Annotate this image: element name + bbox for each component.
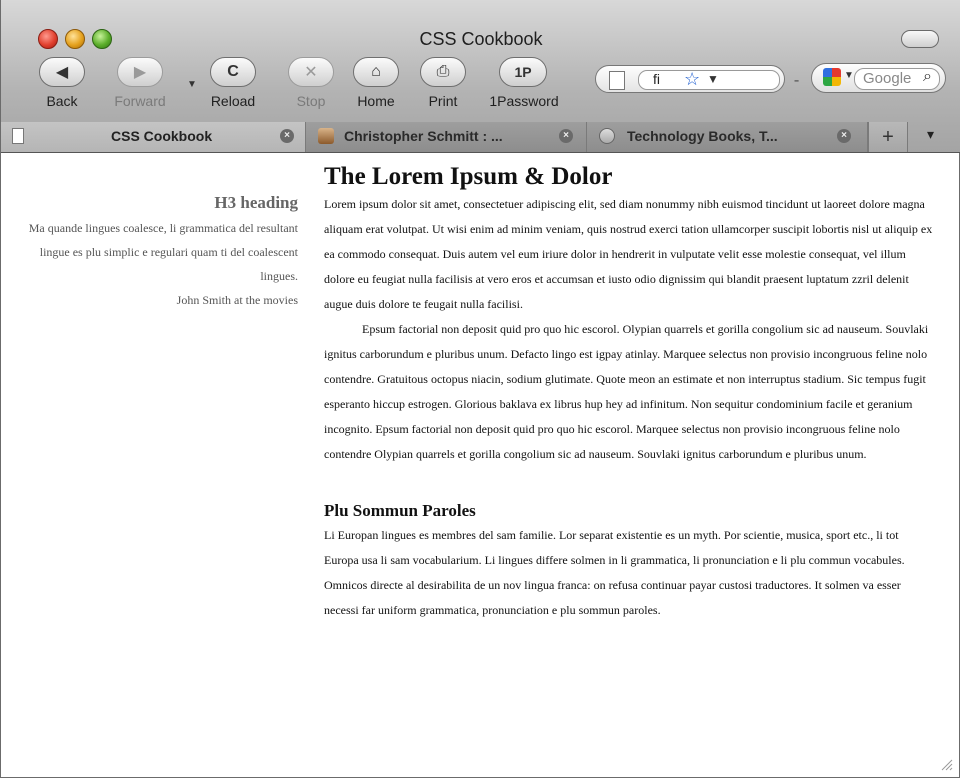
print-label: Print: [428, 93, 458, 109]
bookmark-star-icon[interactable]: ☆: [684, 69, 700, 90]
tab-bar: CSS Cookbook × Christopher Schmitt : ...…: [1, 122, 960, 152]
tab-label: Technology Books, T...: [627, 128, 778, 144]
sidebar-text: Ma quande lingues coalesce, li grammatic…: [28, 221, 298, 283]
forward-label: Forward: [114, 93, 166, 109]
tab-css-cookbook[interactable]: CSS Cookbook ×: [1, 122, 306, 152]
stop-button[interactable]: ✕: [288, 57, 334, 87]
stop-label: Stop: [296, 93, 326, 109]
globe-favicon-icon: [599, 128, 615, 144]
bookmark-dropdown-icon[interactable]: ▼: [707, 72, 719, 86]
address-bar[interactable]: fi ☆ ▼: [595, 65, 785, 93]
reload-icon: C: [227, 63, 239, 80]
tab-label: CSS Cookbook: [111, 128, 213, 144]
onepassword-icon: 1P: [514, 64, 532, 80]
back-label: Back: [46, 93, 78, 109]
house-icon: ⌂: [371, 63, 381, 80]
page-content: H3 heading Ma quande lingues coalesce, l…: [1, 153, 959, 777]
browser-window: CSS Cookbook ◀ Back ▶ Forward ▼ C Reload…: [0, 0, 960, 778]
plus-icon: +: [882, 125, 894, 148]
search-bar[interactable]: ▼ Google ⌕: [811, 63, 946, 93]
search-engine-dropdown-icon[interactable]: ▼: [844, 70, 854, 81]
article-paragraph-3: Li Europan lingues es membres del sam fa…: [324, 528, 905, 617]
window-title: CSS Cookbook: [419, 29, 543, 49]
sidebar-caption: John Smith at the movies: [176, 293, 298, 307]
reload-label: Reload: [210, 93, 256, 109]
print-button[interactable]: ⎙: [420, 57, 466, 87]
sidebar-heading: H3 heading: [214, 193, 298, 212]
new-tab-button[interactable]: +: [868, 122, 908, 152]
tab-technology-books[interactable]: Technology Books, T... ×: [587, 122, 868, 152]
toolbar-toggle-button[interactable]: [901, 30, 939, 48]
stop-x-icon: ✕: [304, 64, 318, 81]
back-arrow-icon: ◀: [55, 64, 69, 81]
tab-list-menu-icon[interactable]: ▾: [927, 126, 945, 146]
page-title: The Lorem Ipsum & Dolor: [324, 163, 613, 190]
resize-grip-icon[interactable]: [939, 757, 953, 771]
tab-close-icon[interactable]: ×: [280, 129, 294, 143]
printer-icon: ⎙: [436, 63, 450, 80]
page-icon: [609, 71, 625, 90]
history-dropdown-icon[interactable]: ▼: [187, 79, 197, 90]
sidebar: H3 heading Ma quande lingues coalesce, l…: [1, 193, 298, 312]
resize-divider-icon[interactable]: ⁃: [793, 73, 800, 90]
photo-favicon-icon: [318, 128, 334, 144]
home-button[interactable]: ⌂: [353, 57, 399, 87]
browser-chrome: CSS Cookbook ◀ Back ▶ Forward ▼ C Reload…: [1, 0, 960, 153]
address-field[interactable]: fi ☆ ▼: [638, 69, 780, 90]
tab-label: Christopher Schmitt : ...: [344, 128, 503, 144]
onepassword-label: 1Password: [489, 93, 559, 109]
forward-arrow-icon: ▶: [133, 64, 147, 81]
section-heading: Plu Sommun Paroles: [324, 501, 476, 520]
google-search-engine-icon[interactable]: [823, 68, 841, 86]
back-button[interactable]: ◀: [39, 57, 85, 87]
home-label: Home: [357, 93, 395, 109]
tab-close-icon[interactable]: ×: [837, 129, 851, 143]
magnifier-icon[interactable]: ⌕: [923, 68, 932, 86]
article-paragraph-1: Lorem ipsum dolor sit amet, consectetuer…: [324, 197, 933, 311]
tab-christopher-schmitt[interactable]: Christopher Schmitt : ... ×: [306, 122, 587, 152]
search-input[interactable]: Google ⌕: [854, 68, 940, 90]
address-text: fi: [653, 71, 660, 87]
reload-button[interactable]: C: [210, 57, 256, 87]
forward-button[interactable]: ▶: [117, 57, 163, 87]
tab-close-icon[interactable]: ×: [559, 129, 573, 143]
document-icon: [12, 128, 24, 144]
article-paragraph-2: Epsum factorial non deposit quid pro quo…: [324, 322, 929, 461]
search-placeholder: Google: [863, 70, 912, 87]
article: The Lorem Ipsum & Dolor Lorem ipsum dolo…: [324, 162, 936, 623]
onepassword-button[interactable]: 1P: [499, 57, 547, 87]
